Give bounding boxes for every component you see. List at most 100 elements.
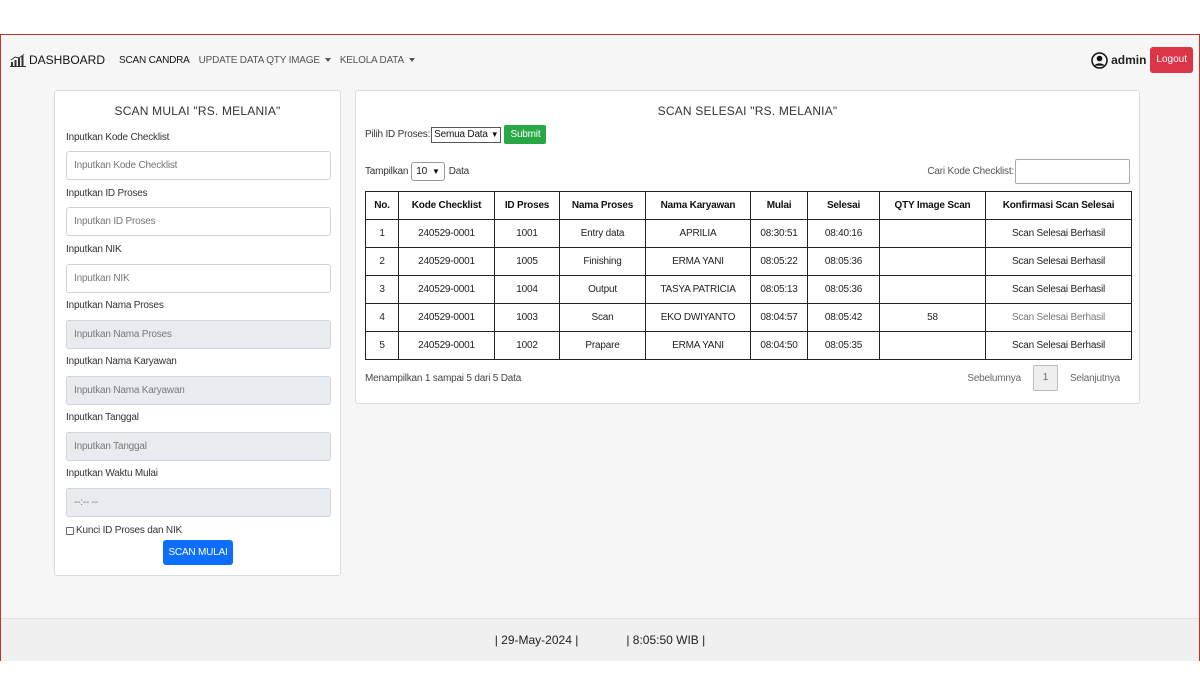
nav-kelola-data[interactable]: KELOLA DATA [340, 55, 415, 66]
cell-konfirmasi: Scan Selesai Berhasil [985, 331, 1132, 360]
caret-down-icon [408, 58, 415, 62]
cell-qty [879, 275, 986, 304]
filter-row: Pilih ID Proses: Semua Data ▼ Submit [365, 125, 547, 144]
search-row: Cari Kode Checklist: [927, 159, 1130, 184]
show-prefix: Tampilkan [365, 166, 409, 177]
col-header[interactable]: ID Proses [494, 191, 560, 220]
lock-label: Kunci ID Proses dan NIK [76, 525, 183, 536]
nama-karyawan-label: Inputkan Nama Karyawan [66, 356, 177, 367]
cell-konfirmasi: Scan Selesai Berhasil [985, 219, 1132, 248]
cell-kode: 240529-0001 [398, 247, 495, 276]
scan-mulai-button[interactable]: SCAN MULAI [163, 540, 233, 565]
nav-scan-candra-label: SCAN CANDRA [119, 54, 190, 66]
id-proses-select-value: Semua Data [434, 128, 488, 140]
col-header[interactable]: No. [365, 191, 399, 220]
navbar: DASHBOARD SCAN CANDRA UPDATE DATA QTY IM… [1, 35, 1199, 85]
id-proses-input[interactable]: Inputkan ID Proses [66, 207, 331, 236]
lock-option: Kunci ID Proses dan NIK [66, 525, 182, 536]
cell-konfirmasi: Scan Selesai Berhasil [985, 303, 1132, 332]
cell-no: 3 [365, 275, 399, 304]
dashboard-link[interactable]: DASHBOARD [10, 53, 105, 67]
cell-mulai: 08:05:13 [750, 275, 808, 304]
chevron-down-icon: ▼ [431, 167, 440, 176]
app-frame: DASHBOARD SCAN CANDRA UPDATE DATA QTY IM… [0, 34, 1200, 661]
prev-page-button[interactable]: Sebelumnya [967, 373, 1021, 384]
cell-konfirmasi: Scan Selesai Berhasil [985, 275, 1132, 304]
cell-konfirmasi: Scan Selesai Berhasil [985, 247, 1132, 276]
cell-id-proses: 1001 [494, 219, 560, 248]
cell-nama-karyawan: TASYA PATRICIA [645, 275, 751, 304]
table-row: 4 240529-0001 1003 Scan EKO DWIYANTO 08:… [365, 303, 1132, 332]
kode-checklist-label: Inputkan Kode Checklist [66, 132, 170, 143]
cell-kode: 240529-0001 [398, 275, 495, 304]
cell-mulai: 08:04:50 [750, 331, 808, 360]
footer-date: | 29-May-2024 | [494, 633, 579, 647]
waktu-mulai-label: Inputkan Waktu Mulai [66, 468, 158, 479]
nav-update-qty-label: UPDATE DATA QTY IMAGE [198, 54, 320, 66]
cell-selesai: 08:05:42 [807, 303, 880, 332]
col-header[interactable]: Konfirmasi Scan Selesai [985, 191, 1132, 220]
col-header[interactable]: Mulai [750, 191, 808, 220]
cell-selesai: 08:05:36 [807, 275, 880, 304]
cell-no: 2 [365, 247, 399, 276]
show-suffix: Data [448, 166, 470, 177]
cell-nama-proses: Finishing [559, 247, 646, 276]
brand-label: DASHBOARD [29, 53, 106, 67]
scan-selesai-card: SCAN SELESAI "RS. MELANIA" Pilih ID Pros… [355, 90, 1140, 404]
cell-kode: 240529-0001 [398, 219, 495, 248]
cell-qty [879, 247, 986, 276]
nik-input[interactable]: Inputkan NIK [66, 264, 331, 293]
col-header[interactable]: Selesai [807, 191, 880, 220]
id-proses-label: Inputkan ID Proses [66, 188, 148, 199]
cell-mulai: 08:05:22 [750, 247, 808, 276]
table-row: 1 240529-0001 1001 Entry data APRILIA 08… [365, 219, 1132, 248]
col-header[interactable]: QTY Image Scan [879, 191, 986, 220]
cell-no: 5 [365, 331, 399, 360]
logout-button[interactable]: Logout [1150, 47, 1193, 73]
id-proses-select[interactable]: Semua Data ▼ [431, 126, 502, 143]
cell-qty [879, 219, 986, 248]
user-circle-icon [1091, 51, 1108, 69]
nama-proses-label: Inputkan Nama Proses [66, 300, 164, 311]
col-header[interactable]: Kode Checklist [398, 191, 495, 220]
cell-nama-proses: Prapare [559, 331, 646, 360]
cell-selesai: 08:05:35 [807, 331, 880, 360]
cell-nama-proses: Scan [559, 303, 646, 332]
footer-time: | 8:05:50 WIB | [626, 633, 706, 647]
col-header[interactable]: Nama Karyawan [645, 191, 751, 220]
cell-qty: 58 [879, 303, 986, 332]
waktu-mulai-input: --:-- -- [66, 488, 331, 517]
cell-kode: 240529-0001 [398, 303, 495, 332]
footer: | 29-May-2024 | | 8:05:50 WIB | [1, 618, 1199, 661]
scan-table: No. Kode Checklist ID Proses Nama Proses… [365, 191, 1132, 360]
cell-selesai: 08:40:16 [807, 219, 880, 248]
cell-id-proses: 1004 [494, 275, 560, 304]
cell-nama-karyawan: ERMA YANI [645, 331, 751, 360]
username: admin [1111, 53, 1147, 67]
cell-selesai: 08:05:36 [807, 247, 880, 276]
table-info: Menampilkan 1 sampai 5 dari 5 Data [365, 373, 522, 384]
search-label: Cari Kode Checklist: [927, 166, 1014, 177]
nav-update-data-qty-image[interactable]: UPDATE DATA QTY IMAGE [199, 55, 331, 66]
col-header[interactable]: Nama Proses [559, 191, 646, 220]
filter-submit-button[interactable]: Submit [504, 125, 547, 144]
search-input[interactable] [1015, 159, 1130, 184]
cell-mulai: 08:30:51 [750, 219, 808, 248]
pagination: Sebelumnya 1 Selanjutnya [967, 365, 1120, 391]
next-page-button[interactable]: Selanjutnya [1070, 373, 1120, 384]
cell-kode: 240529-0001 [398, 331, 495, 360]
cell-nama-karyawan: ERMA YANI [645, 247, 751, 276]
chevron-down-icon: ▼ [490, 129, 499, 139]
page-length-select[interactable]: 10 ▼ [411, 162, 445, 181]
chart-bar-icon [10, 53, 26, 67]
cell-id-proses: 1002 [494, 331, 560, 360]
nik-label: Inputkan NIK [66, 244, 122, 255]
page-1-button[interactable]: 1 [1032, 365, 1058, 391]
lock-checkbox[interactable] [66, 526, 74, 535]
nav-scan-candra[interactable]: SCAN CANDRA [119, 55, 190, 66]
nama-karyawan-input: Inputkan Nama Karyawan [66, 376, 331, 405]
tanggal-label: Inputkan Tanggal [66, 412, 139, 423]
cell-no: 1 [365, 219, 399, 248]
kode-checklist-input[interactable]: Inputkan Kode Checklist [66, 151, 331, 180]
cell-nama-proses: Entry data [559, 219, 646, 248]
